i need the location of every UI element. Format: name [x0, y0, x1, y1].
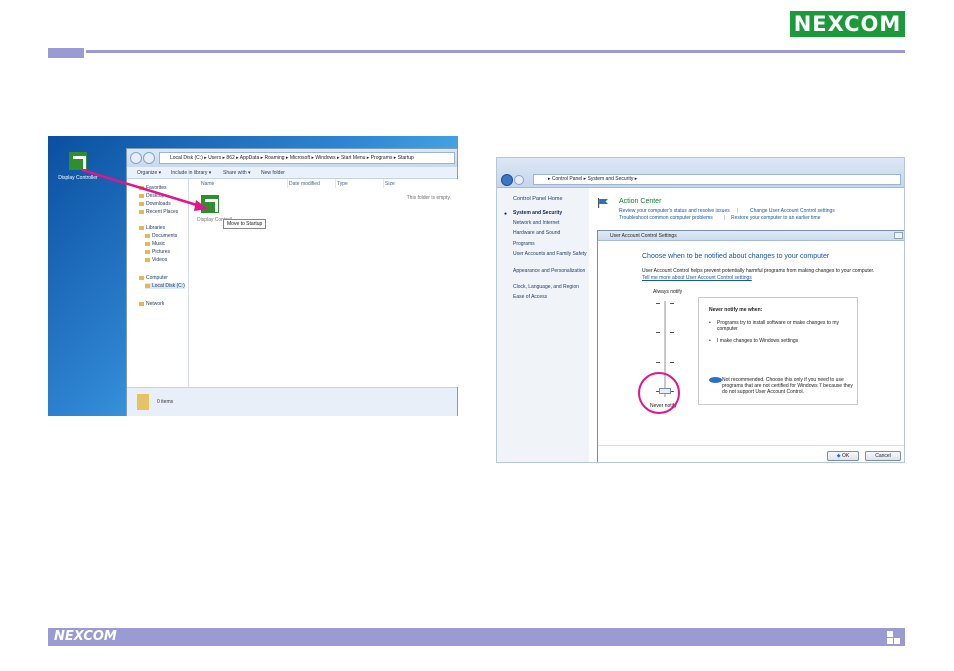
- nexcom-logo: NEXCOM: [790, 11, 905, 37]
- back-button[interactable]: [501, 174, 513, 186]
- sidebar-network-internet[interactable]: Network and Internet: [513, 220, 587, 226]
- cancel-button[interactable]: Cancel: [865, 451, 901, 461]
- sidebar-hardware-sound[interactable]: Hardware and Sound: [513, 230, 587, 236]
- info-box-note: Not recommended. Choose this only if you…: [709, 377, 854, 395]
- uac-description: User Account Control helps prevent poten…: [642, 268, 875, 274]
- sidebar-clock-language[interactable]: Clock, Language, and Region: [513, 284, 587, 290]
- drag-arrow: [81, 168, 208, 211]
- forward-button[interactable]: [514, 175, 524, 185]
- header-tab: [48, 48, 84, 58]
- uac-settings-dialog: User Account Control Settings Choose whe…: [597, 230, 904, 462]
- uac-heading: Choose when to be notified about changes…: [642, 253, 830, 260]
- restore-link[interactable]: Restore your computer to an earlier time: [731, 215, 820, 221]
- footer-logo: NEXCOM: [54, 629, 117, 644]
- footer-bar: NEXCOM: [48, 628, 905, 646]
- review-status-link[interactable]: Review your computer's status and resolv…: [619, 208, 730, 214]
- always-notify-label: Always notify: [653, 289, 683, 295]
- uac-button-bar: ◆ OK Cancel: [598, 445, 904, 462]
- sidebar-system-security[interactable]: System and Security: [513, 210, 587, 216]
- link-separator: |: [737, 208, 739, 214]
- slider-tick: [670, 303, 674, 304]
- uac-window-title: User Account Control Settings: [610, 233, 677, 239]
- highlight-circle: [638, 372, 680, 414]
- control-panel-home-link[interactable]: Control Panel Home: [513, 196, 587, 202]
- slider-tick: [670, 361, 674, 363]
- uac-settings-screenshot: ▸ Control Panel ▸ System and Security ▸ …: [496, 157, 905, 463]
- sidebar-appearance[interactable]: Appearance and Personalization: [513, 268, 587, 274]
- control-panel-path[interactable]: ▸ Control Panel ▸ System and Security ▸: [533, 174, 901, 185]
- window-control-icon[interactable]: [894, 232, 903, 239]
- sidebar-ease-of-access[interactable]: Ease of Access: [513, 294, 587, 300]
- change-uac-link[interactable]: Change User Account Control settings: [750, 208, 835, 214]
- header-rule: [86, 50, 905, 53]
- info-icon: [709, 377, 722, 383]
- troubleshoot-link[interactable]: Troubleshoot common computer problems: [619, 215, 713, 221]
- ok-button[interactable]: ◆ OK: [827, 451, 859, 461]
- sidebar-user-accounts[interactable]: User Accounts and Family Safety: [513, 251, 587, 257]
- uac-more-link[interactable]: Tell me more about User Account Control …: [642, 275, 752, 281]
- link-separator: |: [724, 215, 726, 221]
- sidebar-programs[interactable]: Programs: [513, 241, 587, 247]
- selected-bullet: ●: [504, 211, 508, 217]
- info-box-title: Never notify me when:: [709, 307, 763, 313]
- notification-info-box: Never notify me when: Programs try to in…: [698, 297, 858, 405]
- action-center-title[interactable]: Action Center: [619, 198, 661, 205]
- info-box-item: I make changes to Windows settings: [709, 338, 849, 344]
- slider-tick: [656, 332, 660, 334]
- startup-folder-screenshot: Display Controller Local Disk (C:) ▸ Use…: [48, 136, 458, 416]
- action-center-flag-icon: [598, 198, 608, 208]
- slider-tick: [670, 332, 674, 334]
- shield-icon: ◆: [836, 453, 841, 459]
- control-panel-sidebar: Control Panel Home ● System and Security…: [497, 188, 589, 462]
- control-panel-address-bar: ▸ Control Panel ▸ System and Security ▸: [497, 158, 904, 188]
- slider-tick: [656, 361, 660, 363]
- footer-squares-icon: [887, 631, 901, 644]
- uac-titlebar: User Account Control Settings: [598, 231, 904, 241]
- info-box-item: Programs try to install software or make…: [709, 320, 849, 332]
- slider-tick: [656, 303, 660, 304]
